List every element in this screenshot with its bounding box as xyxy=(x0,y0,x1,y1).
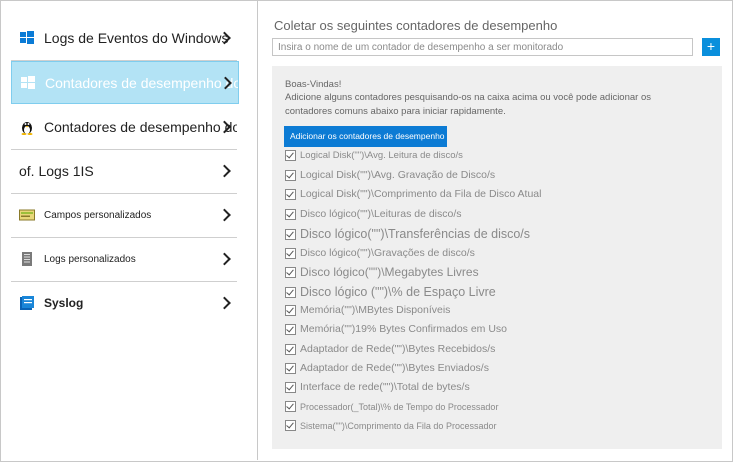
sidebar: Logs de Eventos do Windows Contadores de… xyxy=(1,1,258,460)
counter-label: Logical Disk("")\Avg. Leitura de disco/s xyxy=(300,150,463,161)
sidebar-item-label: of. Logs 1IS xyxy=(19,163,94,179)
counter-label: Adaptador de Rede("")\Bytes Enviados/s xyxy=(300,362,489,374)
sidebar-item-label: Logs personalizados xyxy=(44,253,136,265)
windows-icon xyxy=(20,31,34,44)
counter-checkbox[interactable] xyxy=(285,169,296,181)
counter-checkbox[interactable] xyxy=(285,228,296,240)
counter-item[interactable]: Adaptador de Rede("")\Bytes Enviados/s xyxy=(285,362,489,374)
counter-item[interactable]: Disco lógico("")\Megabytes Livres xyxy=(285,265,479,279)
counter-item[interactable]: Disco lógico("")\Gravações de disco/s xyxy=(285,247,475,259)
sidebar-item-linux-perf-counters[interactable]: Contadores de desempenho do Linux xyxy=(11,105,237,150)
counter-checkbox[interactable] xyxy=(285,304,296,316)
counter-item[interactable]: Logical Disk("")\Avg. Gravação de Disco/… xyxy=(285,169,495,181)
counter-checkbox[interactable] xyxy=(285,323,296,335)
counter-checkbox[interactable] xyxy=(285,150,296,161)
welcome-text: Boas-Vindas! xyxy=(285,79,342,90)
sidebar-item-custom-fields[interactable]: Campos personalizados xyxy=(11,193,237,238)
counter-search-input[interactable] xyxy=(272,38,693,56)
counter-item[interactable]: Processador(_Total)\% de Tempo do Proces… xyxy=(285,401,498,412)
counter-label: Logical Disk("")\Comprimento da Fila de … xyxy=(300,188,542,200)
sidebar-item-windows-perf-counters[interactable]: Contadores de desempenho do Windows xyxy=(11,61,239,104)
intro-text: Adicione alguns contadores pesquisando-o… xyxy=(285,92,651,117)
sidebar-item-label: Syslog xyxy=(44,296,84,310)
counter-label: Disco lógico ("")\% de Espaço Livre xyxy=(300,285,496,299)
counter-label: Logical Disk("")\Avg. Gravação de Disco/… xyxy=(300,169,496,181)
counter-item[interactable]: Interface de rede("")\Total de bytes/s xyxy=(285,381,470,393)
counter-checkbox[interactable] xyxy=(285,343,296,355)
counter-label: Memória("")\MBytes Disponíveis xyxy=(300,304,451,316)
sidebar-item-label: Logs de Eventos do Windows xyxy=(44,30,229,46)
counter-item[interactable]: Disco lógico("")\Transferências de disco… xyxy=(285,227,530,241)
counter-label: Processador(_Total)\% de Tempo do Proces… xyxy=(300,401,499,412)
counter-checkbox[interactable] xyxy=(285,247,296,259)
add-counter-button[interactable]: + xyxy=(702,38,720,56)
counter-label: Memória("")19% Bytes Confirmados em Uso xyxy=(300,323,508,335)
counter-item[interactable]: Disco lógico ("")\% de Espaço Livre xyxy=(285,285,496,299)
sidebar-item-iis-logs[interactable]: of. Logs 1IS xyxy=(11,149,237,194)
counter-checkbox[interactable] xyxy=(285,401,296,412)
counter-label: Disco lógico("")\Megabytes Livres xyxy=(300,265,479,279)
counter-checkbox[interactable] xyxy=(285,286,296,298)
panel-title: Coletar os seguintes contadores de desem… xyxy=(274,18,558,33)
counter-label: Disco lógico("")\Gravações de disco/s xyxy=(300,247,475,259)
counter-checkbox[interactable] xyxy=(285,266,296,278)
sidebar-item-syslog[interactable]: Syslog xyxy=(11,281,237,325)
add-selected-counters-button[interactable]: Adicionar os contadores de desempenho se… xyxy=(284,126,447,147)
sidebar-item-custom-logs[interactable]: Logs personalizados xyxy=(11,237,237,282)
counter-item[interactable]: Adaptador de Rede("")\Bytes Recebidos/s xyxy=(285,343,495,355)
custom-logs-icon xyxy=(22,252,32,266)
counter-checkbox[interactable] xyxy=(285,420,296,431)
counter-item[interactable]: Logical Disk("")\Avg. Leitura de disco/s xyxy=(285,150,463,161)
counter-item[interactable]: Logical Disk("")\Comprimento da Fila de … xyxy=(285,188,541,200)
counter-label: Disco lógico("")\Leituras de disco/s xyxy=(300,208,462,220)
counter-item[interactable]: Sistema("")\Comprimento da Fila do Proce… xyxy=(285,420,496,431)
syslog-icon xyxy=(20,296,34,310)
counter-item[interactable]: Memória("")19% Bytes Confirmados em Uso xyxy=(285,323,507,335)
counter-checkbox[interactable] xyxy=(285,381,296,393)
counter-label: Disco lógico("")\Transferências de disco… xyxy=(300,227,531,241)
counter-label: Sistema("")\Comprimento da Fila do Proce… xyxy=(300,420,497,431)
counter-item[interactable]: Memória("")\MBytes Disponíveis xyxy=(285,304,450,316)
windows-icon xyxy=(21,75,35,89)
linux-icon xyxy=(21,122,33,135)
custom-fields-icon xyxy=(19,209,35,221)
sidebar-item-label: Contadores de desempenho do Windows xyxy=(45,74,238,91)
sidebar-item-label: Campos personalizados xyxy=(44,209,152,221)
counter-label: Adaptador de Rede("")\Bytes Recebidos/s xyxy=(300,343,496,355)
sidebar-item-label: Contadores de desempenho do Linux xyxy=(44,119,237,135)
counter-checkbox[interactable] xyxy=(285,362,296,374)
counter-item[interactable]: Disco lógico("")\Leituras de disco/s xyxy=(285,208,462,220)
counter-label: Interface de rede("")\Total de bytes/s xyxy=(300,381,470,393)
counter-checkbox[interactable] xyxy=(285,208,296,220)
sidebar-item-windows-event-logs[interactable]: Logs de Eventos do Windows xyxy=(11,16,237,61)
counter-checkbox[interactable] xyxy=(285,188,296,200)
